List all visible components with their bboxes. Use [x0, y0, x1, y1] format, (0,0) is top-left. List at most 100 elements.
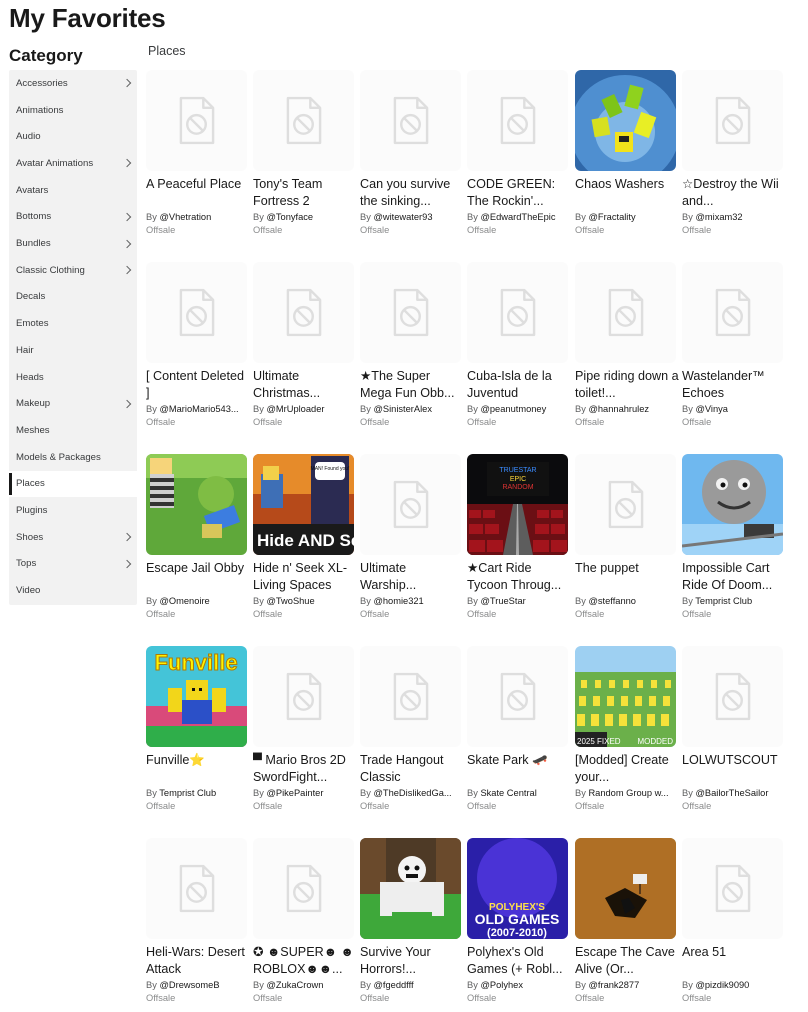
place-thumbnail[interactable] — [467, 70, 568, 171]
creator-link[interactable]: @Vinya — [695, 404, 728, 414]
place-card[interactable]: ✪ ☻SUPER☻ ☻ ROBLOX☻☻... By @ZukaCrown Offs… — [253, 838, 354, 1012]
place-card[interactable]: The puppet By @steffanno Offsale — [575, 454, 676, 644]
place-name[interactable]: Survive Your Horrors!... — [360, 944, 464, 978]
creator-link[interactable]: @TwoShue — [266, 596, 314, 606]
place-card[interactable]: Tony's Team Fortress 2 By @Tonyface Offsal… — [253, 70, 354, 260]
creator-link[interactable]: @hannahrulez — [588, 404, 649, 414]
place-card[interactable]: Ultimate Warship... By @homie321 Offsale — [360, 454, 461, 644]
creator-link[interactable]: Temprist Club — [695, 596, 752, 606]
creator-link[interactable]: @steffanno — [588, 596, 636, 606]
place-name[interactable]: ★The Super Mega Fun Obb... — [360, 368, 464, 402]
creator-link[interactable]: @BailorTheSailor — [695, 788, 768, 798]
place-thumbnail[interactable] — [146, 454, 247, 555]
place-card[interactable]: LOLWUTSCOUT By @BailorTheSailor Offsale — [682, 646, 783, 836]
place-card[interactable]: [ Content Deleted ] By @MarioMario543... O… — [146, 262, 247, 452]
sidebar-item-classic-clothing[interactable]: Classic Clothing — [9, 257, 137, 284]
place-name[interactable]: ✪ ☻SUPER☻ ☻ ROBLOX☻☻... — [253, 944, 357, 978]
place-thumbnail[interactable] — [253, 646, 354, 747]
place-thumbnail[interactable] — [360, 838, 461, 939]
place-thumbnail[interactable] — [682, 70, 783, 171]
place-card[interactable]: Escape Jail Obby By @Omenoire Offsale — [146, 454, 247, 644]
place-thumbnail[interactable] — [360, 262, 461, 363]
creator-link[interactable]: @SinisterAlex — [373, 404, 432, 414]
place-thumbnail[interactable] — [146, 70, 247, 171]
place-card[interactable]: Wastelander™ Echoes By @Vinya Offsale — [682, 262, 783, 452]
creator-link[interactable]: @pizdik9090 — [695, 980, 749, 990]
place-thumbnail[interactable] — [682, 838, 783, 939]
place-thumbnail[interactable] — [467, 646, 568, 747]
creator-link[interactable]: @Vhetration — [159, 212, 211, 222]
creator-link[interactable]: @PikePainter — [266, 788, 323, 798]
place-name[interactable]: Hide n' Seek XL- Living Spaces — [253, 560, 357, 594]
sidebar-item-bundles[interactable]: Bundles — [9, 230, 137, 257]
place-card[interactable]: Heli-Wars: Desert Attack By @DrewsomeB Off… — [146, 838, 247, 1012]
place-card[interactable]: Trade Hangout Classic By @TheDislikedGa..… — [360, 646, 461, 836]
sidebar-item-plugins[interactable]: Plugins — [9, 497, 137, 524]
place-name[interactable]: Area 51 — [682, 944, 786, 978]
place-name[interactable]: Impossible Cart Ride Of Doom... — [682, 560, 786, 594]
creator-link[interactable]: @Fractality — [588, 212, 635, 222]
sidebar-item-places[interactable]: Places — [9, 470, 137, 498]
place-card[interactable]: POLYHEX'S OLD GAMES (2007-2010) Polyhex's O… — [467, 838, 568, 1012]
place-name[interactable]: Can you survive the sinking... — [360, 176, 464, 210]
place-thumbnail[interactable] — [360, 70, 461, 171]
place-card[interactable]: Cuba-Isla de la Juventud By @peanutmoney O… — [467, 262, 568, 452]
sidebar-item-audio[interactable]: Audio — [9, 123, 137, 150]
place-name[interactable]: Heli-Wars: Desert Attack — [146, 944, 250, 978]
place-card[interactable]: Impossible Cart Ride Of Doom... By Tempri… — [682, 454, 783, 644]
sidebar-item-hair[interactable]: Hair — [9, 337, 137, 364]
place-name[interactable]: Escape The Cave Alive (Or... — [575, 944, 679, 978]
place-thumbnail[interactable] — [575, 262, 676, 363]
place-name[interactable]: Escape Jail Obby — [146, 560, 250, 594]
place-thumbnail[interactable] — [146, 262, 247, 363]
place-thumbnail[interactable] — [253, 262, 354, 363]
place-thumbnail[interactable] — [360, 454, 461, 555]
sidebar-item-decals[interactable]: Decals — [9, 284, 137, 311]
place-name[interactable]: The puppet — [575, 560, 679, 594]
place-name[interactable]: A Peaceful Place — [146, 176, 250, 210]
sidebar-item-video[interactable]: Video — [9, 577, 137, 604]
place-name[interactable]: Polyhex's Old Games (+ Robl... — [467, 944, 571, 978]
place-name[interactable]: Ultimate Christmas... — [253, 368, 357, 402]
sidebar-item-meshes[interactable]: Meshes — [9, 417, 137, 444]
creator-link[interactable]: @Tonyface — [266, 212, 313, 222]
creator-link[interactable]: Temprist Club — [159, 788, 216, 798]
creator-link[interactable]: @MrUploader — [266, 404, 324, 414]
place-card[interactable]: Pipe riding down a toilet!... By @hannahr… — [575, 262, 679, 452]
place-card[interactable]: ☆Destroy the Wii and... By @mixam32 Offsal… — [682, 70, 783, 260]
sidebar-item-avatar-animations[interactable]: Avatar Animations — [9, 150, 137, 177]
sidebar-item-animations[interactable]: Animations — [9, 97, 137, 124]
sidebar-item-shoes[interactable]: Shoes — [9, 524, 137, 551]
place-thumbnail[interactable] — [682, 262, 783, 363]
sidebar-item-tops[interactable]: Tops — [9, 551, 137, 578]
place-name[interactable]: CODE GREEN: The Rockin'... — [467, 176, 571, 210]
place-thumbnail[interactable] — [253, 70, 354, 171]
creator-link[interactable]: @fgeddfff — [373, 980, 413, 990]
place-card[interactable]: CODE GREEN: The Rockin'... By @EdwardTheE… — [467, 70, 568, 260]
place-name[interactable]: Trade Hangout Classic — [360, 752, 464, 786]
creator-link[interactable]: @Polyhex — [480, 980, 523, 990]
creator-link[interactable]: @homie321 — [373, 596, 423, 606]
place-name[interactable]: ▀ Mario Bros 2D SwordFight... — [253, 752, 357, 786]
place-card[interactable]: TRUESTAR EPIC RANDOM ★Cart Ride Tycoon Thro… — [467, 454, 568, 644]
sidebar-item-avatars[interactable]: Avatars — [9, 177, 137, 204]
place-name[interactable]: Chaos Washers — [575, 176, 679, 210]
sidebar-item-models-packages[interactable]: Models & Packages — [9, 444, 137, 471]
place-thumbnail[interactable] — [682, 646, 783, 747]
sidebar-item-emotes[interactable]: Emotes — [9, 310, 137, 337]
place-name[interactable]: Ultimate Warship... — [360, 560, 464, 594]
place-thumbnail[interactable] — [575, 838, 676, 939]
place-thumbnail[interactable] — [467, 262, 568, 363]
place-thumbnail[interactable]: TRUESTAR EPIC RANDOM — [467, 454, 568, 555]
place-name[interactable]: Wastelander™ Echoes — [682, 368, 786, 402]
sidebar-item-bottoms[interactable]: Bottoms — [9, 204, 137, 231]
creator-link[interactable]: @MarioMario543... — [159, 404, 238, 414]
place-card[interactable]: Ultimate Christmas... By @MrUploader Offsa… — [253, 262, 354, 452]
place-card[interactable]: Escape The Cave Alive (Or... By @frank287… — [575, 838, 676, 1012]
creator-link[interactable]: @ZukaCrown — [266, 980, 323, 990]
sidebar-item-accessories[interactable]: Accessories — [9, 70, 137, 97]
place-card[interactable]: ▀ Mario Bros 2D SwordFight... By @PikePai… — [253, 646, 354, 836]
place-card[interactable]: ★The Super Mega Fun Obb... By @SinisterAl… — [360, 262, 461, 452]
creator-link[interactable]: @witewater93 — [373, 212, 432, 222]
place-card[interactable]: Survive Your Horrors!... By @fgeddfff Offs… — [360, 838, 461, 1012]
